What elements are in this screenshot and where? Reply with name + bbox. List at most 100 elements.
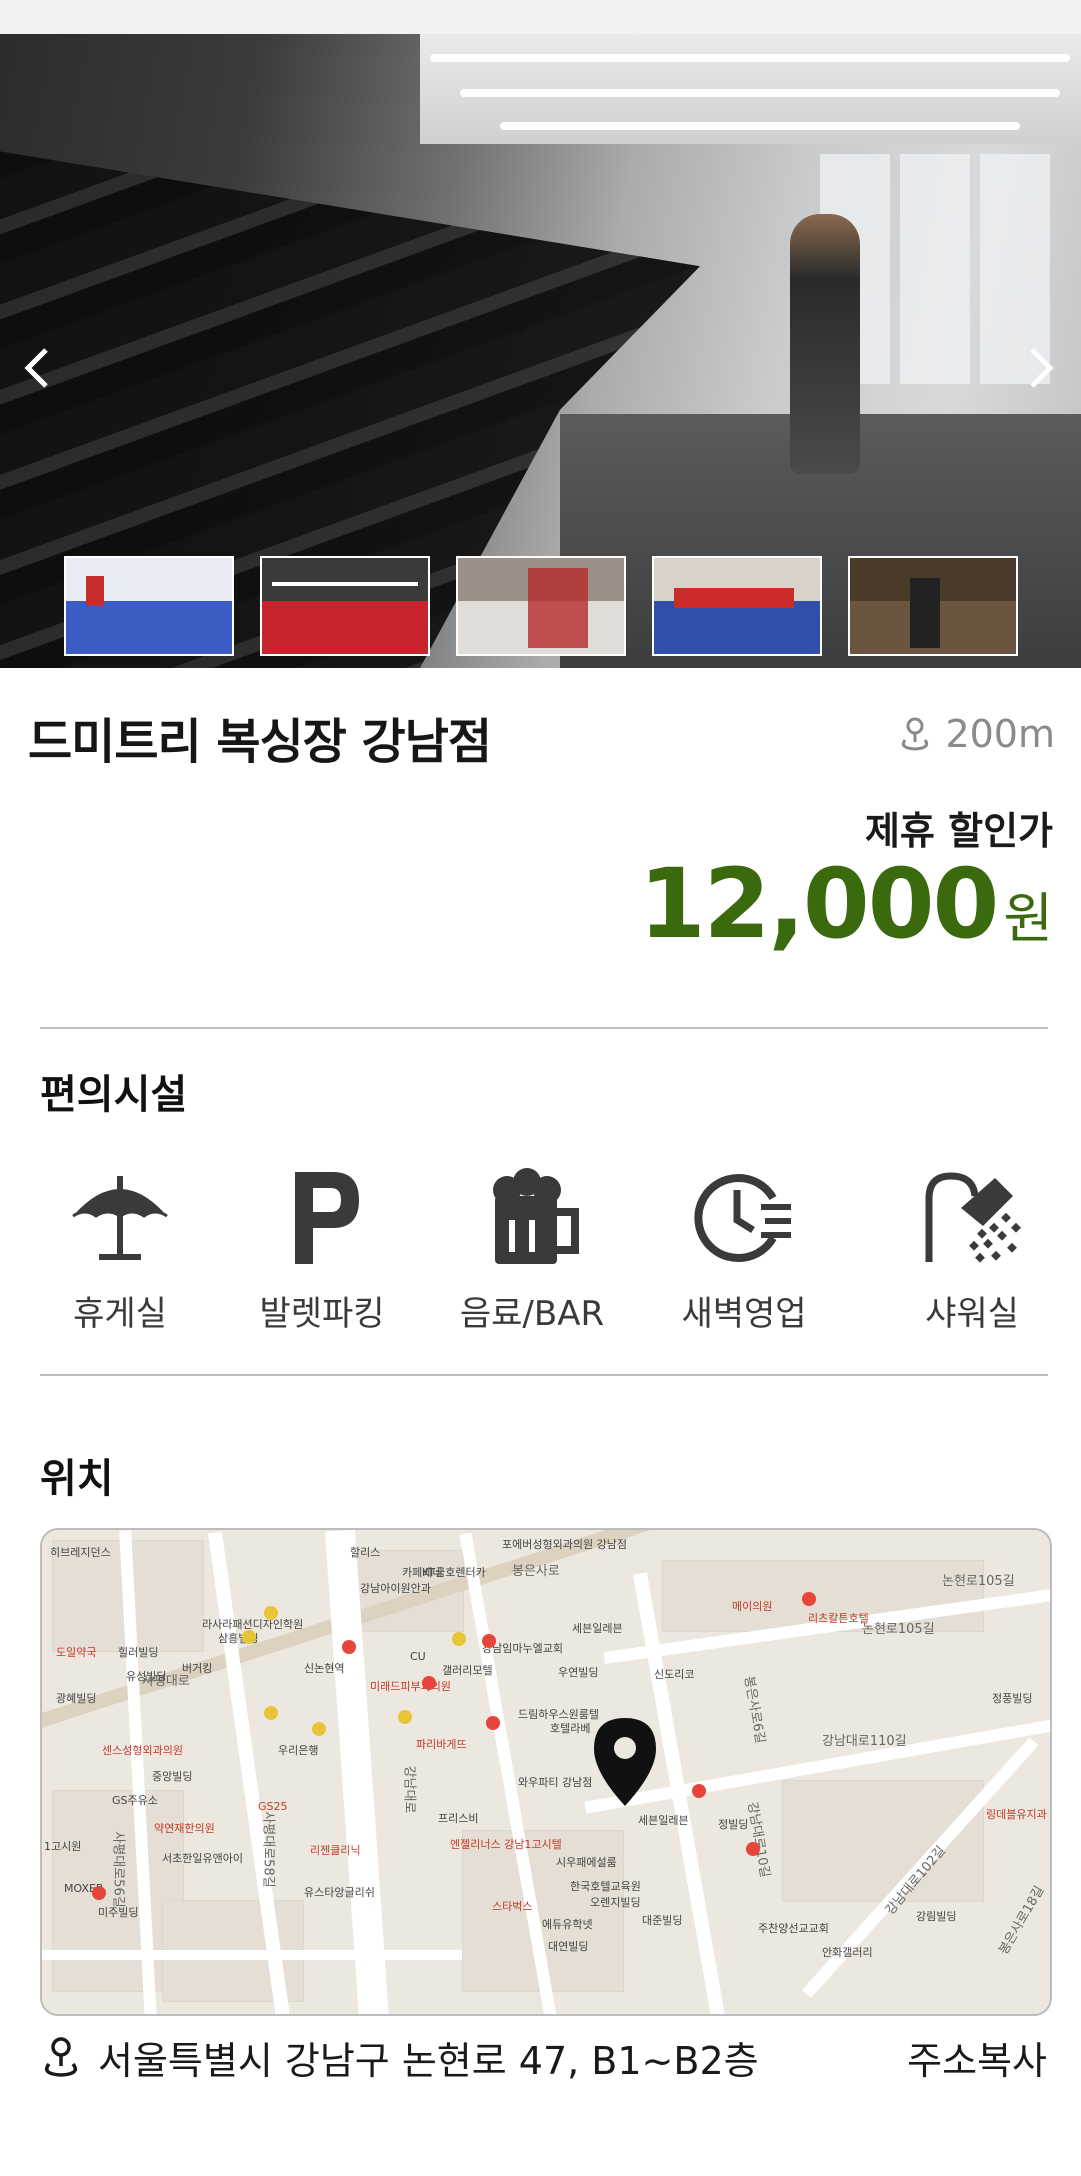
map-label: GS주유소	[112, 1794, 158, 1807]
map-poi-marker	[746, 1842, 760, 1856]
map-label: 와우파티 강남점	[518, 1776, 593, 1789]
map-label: 강림빌딩	[916, 1910, 957, 1923]
map-poi-marker	[692, 1784, 706, 1798]
gallery-photo-light	[430, 54, 1070, 62]
map-label: 에듀유학넷	[542, 1918, 593, 1931]
divider	[40, 1374, 1048, 1376]
map-label: 호텔라베	[550, 1722, 591, 1735]
map-label: 센스성형외과의원	[102, 1744, 183, 1757]
map-poi-marker	[482, 1634, 496, 1648]
gallery-next-button[interactable]	[1020, 344, 1060, 388]
location-pin-icon	[902, 717, 929, 751]
map-label: 신논현역	[304, 1662, 345, 1675]
map-poi-marker	[92, 1886, 106, 1900]
gallery-photo-person	[790, 214, 860, 474]
map-label: 한국호텔교육원	[570, 1880, 641, 1893]
map-poi-marker	[264, 1706, 278, 1720]
map-label: 논현로105길	[862, 1622, 935, 1637]
gallery-thumbnail[interactable]	[260, 556, 430, 656]
map-label: 리츠칼튼호텔	[808, 1612, 869, 1625]
map-road	[42, 1950, 462, 1960]
map-label: 엔젤리너스 강남1고시텔	[450, 1838, 562, 1851]
map-poi-marker	[264, 1606, 278, 1620]
location-pin-icon	[45, 2037, 77, 2077]
map-label: GS25	[258, 1800, 288, 1813]
gallery-thumbnails	[64, 556, 1024, 660]
shower-icon	[925, 1172, 1021, 1263]
amenity-label: 음료/BAR	[459, 1294, 605, 1334]
map-label: 유스타앙글리쉬	[304, 1886, 375, 1899]
gallery-photo-light	[460, 89, 1060, 97]
map-label: 사평대로58길	[260, 1811, 276, 1888]
amenity-item: 휴게실	[20, 1168, 220, 1348]
location-title: 위치	[40, 1456, 114, 1502]
map-label: 1고시원	[44, 1840, 82, 1853]
discount-label: 제휴 할인가	[864, 809, 1053, 853]
gallery-thumbnail[interactable]	[456, 556, 626, 656]
location-pin-marker-icon	[594, 1718, 656, 1806]
clock-icon	[694, 1174, 791, 1262]
price-unit: 원	[1003, 887, 1053, 950]
map-poi-marker	[422, 1676, 436, 1690]
map-label: 세븐일레븐	[638, 1814, 689, 1827]
map-label: 드림하우스원룸텔	[518, 1708, 599, 1721]
map-label: 논현로105길	[942, 1574, 1015, 1589]
distance-text: 200m	[945, 712, 1055, 756]
divider	[40, 1027, 1048, 1029]
map-label: 봉은사로18길	[996, 1883, 1048, 1958]
map-label: 봉은사로6길	[740, 1675, 768, 1745]
map-poi-marker	[802, 1592, 816, 1606]
amenity-item: 발렛파킹	[222, 1168, 422, 1348]
map-label: 미래드피부과의원	[370, 1680, 451, 1693]
map-label: 히브레지던스	[50, 1546, 111, 1559]
map-label: 유성빌딩	[126, 1670, 167, 1683]
map-label: 포에버성형외과의원 강남점	[502, 1538, 627, 1551]
map-label: 파리바게뜨	[416, 1738, 467, 1751]
map-label: 버거킹	[182, 1662, 213, 1675]
copy-address-button[interactable]: 주소복사	[907, 2030, 1047, 2085]
map-label: 강남대로110길	[822, 1734, 907, 1749]
map-label: 우리은행	[278, 1744, 319, 1757]
map-label: 미주빌딩	[98, 1906, 139, 1919]
map-label: 갤러리모텔	[442, 1664, 493, 1677]
beer-icon	[493, 1168, 579, 1264]
status-strip	[0, 0, 1081, 34]
map-label: 정풍빌딩	[992, 1692, 1033, 1705]
map-label: 스타벅스	[492, 1900, 533, 1913]
map-label: 도일약국	[56, 1646, 97, 1659]
map-label: 시우패에설룸	[556, 1856, 617, 1869]
amenity-item: 새벽영업	[644, 1168, 844, 1348]
map-label: 힐러빌딩	[118, 1646, 159, 1659]
map-poi-marker	[452, 1632, 466, 1646]
chevron-left-icon	[24, 348, 48, 388]
discount-price: 12,000 원	[639, 848, 1053, 960]
map-label: 링데블유지과	[986, 1808, 1047, 1821]
map-poi-marker	[312, 1722, 326, 1736]
map-label: 오렌지빌딩	[590, 1896, 641, 1909]
map-label: 카페베네	[402, 1566, 443, 1579]
amenity-label: 새벽영업	[681, 1294, 807, 1334]
map-label: CU	[410, 1650, 426, 1663]
gallery-prev-button[interactable]	[18, 344, 58, 388]
location-map[interactable]: 봉은사로 논현로105길 강남대로110길 사평대로 강남대로 사평대로56길 …	[40, 1528, 1052, 2016]
gallery-thumbnail[interactable]	[652, 556, 822, 656]
map-label: 강남아이원안과	[360, 1582, 431, 1595]
map-poi-marker	[398, 1710, 412, 1724]
map-label: 신도리코	[654, 1668, 695, 1681]
gallery-main-image[interactable]	[0, 34, 1081, 668]
map-poi-marker	[342, 1640, 356, 1654]
gallery-thumbnail[interactable]	[848, 556, 1018, 656]
map-label: 대준빌딩	[642, 1914, 683, 1927]
gallery-thumbnail[interactable]	[64, 556, 234, 656]
map-label: 강남대로10길	[744, 1800, 773, 1879]
map-poi-marker	[242, 1630, 256, 1644]
map-label: 할리스	[350, 1546, 381, 1559]
map-label: 강남대로	[401, 1765, 417, 1814]
amenity-label: 샤워실	[925, 1294, 1019, 1334]
map-label: 중앙빌딩	[152, 1770, 193, 1783]
amenity-label: 발렛파킹	[259, 1294, 385, 1334]
map-label: 프리스비	[438, 1812, 479, 1825]
map-poi-marker	[486, 1716, 500, 1730]
map-label: 안화갤러리	[822, 1946, 873, 1959]
map-label: 서초한일유앤아이	[162, 1852, 243, 1865]
